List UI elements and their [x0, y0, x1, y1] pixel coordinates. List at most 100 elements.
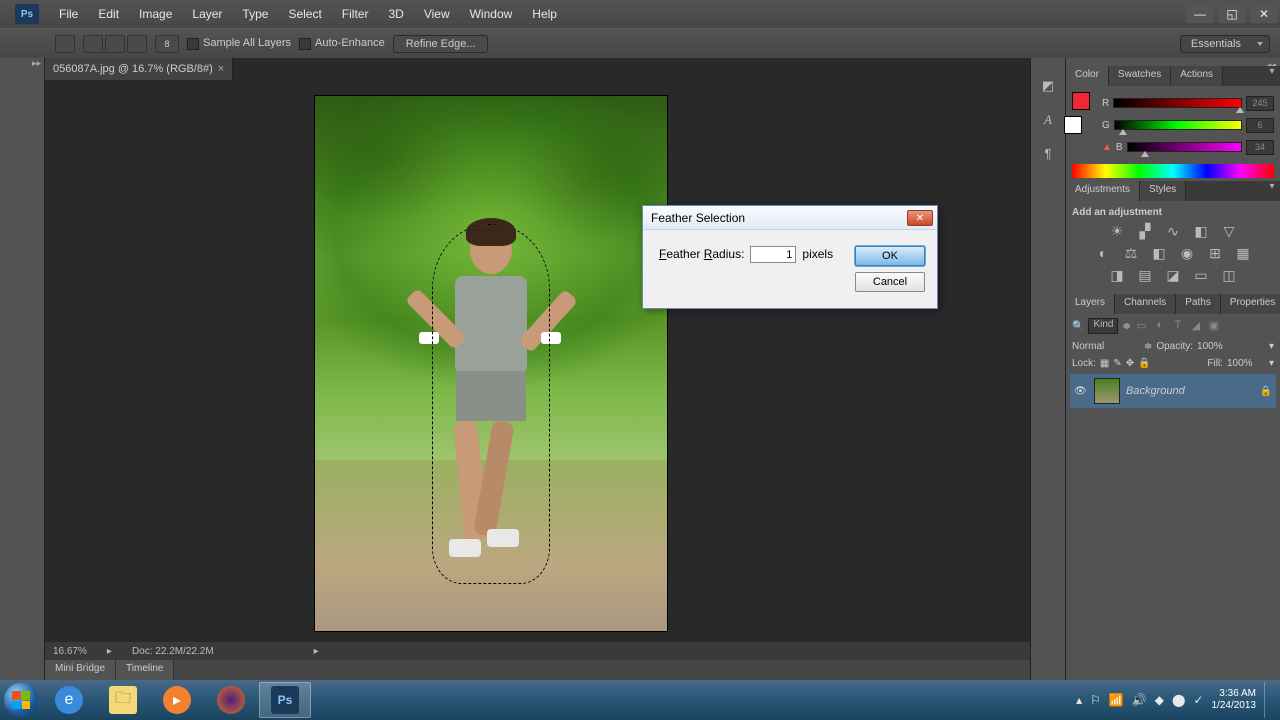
- menu-layer[interactable]: Layer: [182, 0, 232, 28]
- menu-image[interactable]: Image: [129, 0, 182, 28]
- posterize-icon[interactable]: ▤: [1136, 266, 1154, 284]
- character-panel-icon[interactable]: A: [1044, 112, 1052, 128]
- layer-thumbnail[interactable]: [1094, 378, 1120, 404]
- selective-color-icon[interactable]: ◫: [1220, 266, 1238, 284]
- menu-select[interactable]: Select: [278, 0, 331, 28]
- bw-icon[interactable]: ◧: [1150, 244, 1168, 262]
- new-selection-icon[interactable]: [83, 35, 103, 53]
- feather-radius-input[interactable]: [750, 246, 796, 263]
- maximize-button[interactable]: ◱: [1218, 5, 1246, 23]
- lock-transparent-icon[interactable]: ▦: [1100, 358, 1109, 369]
- gradient-map-icon[interactable]: ▭: [1192, 266, 1210, 284]
- vibrance-icon[interactable]: ▽: [1220, 222, 1238, 240]
- brush-size-icon[interactable]: 8: [155, 35, 179, 53]
- tray-network-icon[interactable]: 📶: [1109, 693, 1124, 707]
- tab-actions[interactable]: Actions: [1171, 66, 1223, 86]
- close-button[interactable]: ✕: [1250, 5, 1278, 23]
- collapse-panels-icon[interactable]: ◂◂: [1066, 58, 1280, 66]
- b-slider[interactable]: [1127, 142, 1242, 152]
- tray-flag-icon[interactable]: ⚐: [1090, 693, 1101, 707]
- menu-filter[interactable]: Filter: [332, 0, 379, 28]
- threshold-icon[interactable]: ◪: [1164, 266, 1182, 284]
- workspace-switcher[interactable]: Essentials: [1180, 35, 1270, 53]
- opacity-value[interactable]: 100%: [1197, 341, 1265, 352]
- filter-search-icon[interactable]: 🔍: [1072, 321, 1084, 332]
- filter-shape-icon[interactable]: ◢: [1189, 319, 1203, 333]
- lut-icon[interactable]: ▦: [1234, 244, 1252, 262]
- tray-icon[interactable]: ⬤: [1172, 693, 1185, 707]
- invert-icon[interactable]: ◨: [1108, 266, 1126, 284]
- taskbar-wmp[interactable]: ▸: [151, 682, 203, 718]
- photo-filter-icon[interactable]: ◉: [1178, 244, 1196, 262]
- tab-color[interactable]: Color: [1066, 66, 1109, 86]
- cancel-button[interactable]: Cancel: [855, 272, 925, 292]
- tab-swatches[interactable]: Swatches: [1109, 66, 1171, 86]
- add-selection-icon[interactable]: [105, 35, 125, 53]
- tool-preset-icon[interactable]: [55, 35, 75, 53]
- menu-type[interactable]: Type: [232, 0, 278, 28]
- g-value[interactable]: 6: [1246, 118, 1274, 133]
- minimize-button[interactable]: —: [1186, 5, 1214, 23]
- filter-adj-icon[interactable]: ◐: [1153, 319, 1167, 333]
- tab-layers[interactable]: Layers: [1066, 294, 1115, 314]
- tab-styles[interactable]: Styles: [1140, 181, 1186, 201]
- history-panel-icon[interactable]: ◩: [1042, 78, 1054, 94]
- tray-icon[interactable]: ◆: [1155, 693, 1164, 707]
- paragraph-panel-icon[interactable]: ¶: [1045, 146, 1052, 161]
- sample-all-layers-checkbox[interactable]: Sample All Layers: [187, 37, 291, 49]
- clock[interactable]: 3:36 AM 1/24/2013: [1212, 688, 1257, 712]
- r-value[interactable]: 245: [1246, 96, 1274, 111]
- filter-kind-select[interactable]: Kind: [1088, 318, 1118, 334]
- ok-button[interactable]: OK: [855, 246, 925, 266]
- layer-name[interactable]: Background: [1126, 385, 1185, 397]
- b-value[interactable]: 34: [1246, 140, 1274, 155]
- r-slider[interactable]: [1113, 98, 1242, 108]
- menu-help[interactable]: Help: [522, 0, 567, 28]
- close-tab-icon[interactable]: ×: [218, 63, 224, 75]
- g-slider[interactable]: [1114, 120, 1242, 130]
- menu-3d[interactable]: 3D: [378, 0, 413, 28]
- panel-menu-icon[interactable]: ▾: [1264, 66, 1280, 86]
- filter-pixel-icon[interactable]: ▭: [1135, 319, 1149, 333]
- taskbar-firefox[interactable]: [205, 682, 257, 718]
- visibility-icon[interactable]: 👁: [1074, 386, 1088, 397]
- lock-pixels-icon[interactable]: ✎: [1113, 358, 1121, 369]
- tab-properties[interactable]: Properties: [1221, 294, 1280, 314]
- menu-edit[interactable]: Edit: [88, 0, 129, 28]
- menu-view[interactable]: View: [414, 0, 460, 28]
- dialog-close-button[interactable]: ✕: [907, 210, 933, 226]
- lock-position-icon[interactable]: ✥: [1126, 358, 1134, 369]
- dialog-titlebar[interactable]: Feather Selection ✕: [643, 206, 937, 230]
- hue-icon[interactable]: ◐: [1094, 244, 1112, 262]
- lock-all-icon[interactable]: 🔒: [1138, 358, 1150, 369]
- tab-channels[interactable]: Channels: [1115, 294, 1176, 314]
- canvas[interactable]: [315, 96, 667, 631]
- tab-mini-bridge[interactable]: Mini Bridge: [45, 660, 116, 680]
- taskbar-explorer[interactable]: 🗀: [97, 682, 149, 718]
- taskbar-ie[interactable]: e: [43, 682, 95, 718]
- tab-paths[interactable]: Paths: [1176, 294, 1221, 314]
- brightness-icon[interactable]: ☀: [1108, 222, 1126, 240]
- blend-mode-select[interactable]: Normal: [1072, 341, 1140, 352]
- exposure-icon[interactable]: ◧: [1192, 222, 1210, 240]
- tray-icon[interactable]: ✓: [1193, 693, 1203, 707]
- start-button[interactable]: [0, 680, 42, 720]
- tray-volume-icon[interactable]: 🔊: [1132, 693, 1147, 707]
- channel-mixer-icon[interactable]: ⊞: [1206, 244, 1224, 262]
- taskbar-photoshop[interactable]: Ps: [259, 682, 311, 718]
- tray-show-hidden-icon[interactable]: ▴: [1076, 693, 1082, 707]
- menu-window[interactable]: Window: [460, 0, 523, 28]
- fill-value[interactable]: 100%: [1227, 358, 1265, 369]
- status-play-icon[interactable]: ▸: [314, 646, 319, 657]
- filter-type-icon[interactable]: T: [1171, 319, 1185, 333]
- tab-adjustments[interactable]: Adjustments: [1066, 181, 1140, 201]
- curves-icon[interactable]: ∿: [1164, 222, 1182, 240]
- subtract-selection-icon[interactable]: [127, 35, 147, 53]
- show-desktop-button[interactable]: [1264, 682, 1274, 718]
- refine-edge-button[interactable]: Refine Edge...: [393, 35, 489, 53]
- layer-row[interactable]: 👁 Background 🔒: [1070, 374, 1276, 408]
- zoom-value[interactable]: 16.67%: [53, 646, 87, 657]
- status-arrow-icon[interactable]: ▸: [107, 646, 112, 657]
- filter-smart-icon[interactable]: ▣: [1207, 319, 1221, 333]
- balance-icon[interactable]: ⚖: [1122, 244, 1140, 262]
